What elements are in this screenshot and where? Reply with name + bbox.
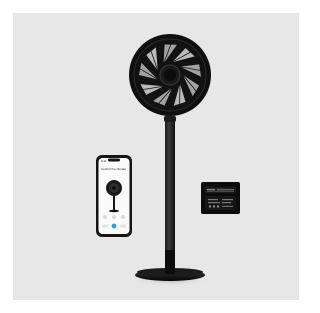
phone-notch — [108, 158, 120, 162]
phone-timer-icon — [121, 215, 125, 219]
fan-hub — [164, 69, 176, 81]
fan-pole-lower-segment — [165, 250, 175, 274]
smartphone: 9:41 Control the climate — [96, 155, 132, 237]
fan-pole-collar — [164, 116, 176, 122]
phone-home-icon — [111, 223, 117, 229]
timer-icon — [216, 205, 220, 208]
fan-product-scene: 9:41 Control the climate — [96, 34, 240, 286]
phone-speed-icon — [112, 215, 116, 219]
phone-status-time: 9:41 — [101, 159, 107, 163]
phone-app-title: Control the climate — [101, 167, 126, 171]
power-icon — [208, 205, 212, 208]
product-photo: 9:41 Control the climate — [0, 0, 313, 313]
standing-fan — [128, 34, 212, 286]
phone-power-icon — [103, 215, 107, 219]
wall-remote — [201, 182, 240, 214]
speed-icon — [212, 205, 216, 208]
